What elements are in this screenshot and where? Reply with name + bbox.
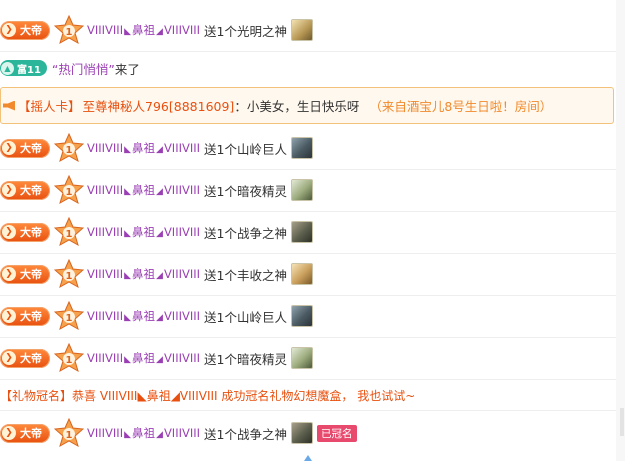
gift-text: 送1个山岭巨人	[204, 309, 287, 325]
level-star-icon: 1	[54, 418, 84, 448]
svg-text:1: 1	[66, 430, 73, 441]
mountain-giant-gift-icon	[291, 137, 313, 159]
war-god-gift-icon	[291, 221, 313, 243]
svg-text:1: 1	[66, 27, 73, 38]
light-god-gift-icon	[291, 19, 313, 41]
shake-source-room[interactable]: （来自酒宝儿8号生日啦！房间）	[369, 96, 552, 115]
gift-message: ❯ 大帝 1 VIIIVIII◣鼻祖◢VIIIVIII 送1个战争之神	[0, 211, 616, 254]
gift-text: 送1个光明之神	[204, 23, 287, 39]
svg-text:1: 1	[66, 355, 73, 366]
chevron-icon: ❯	[2, 183, 16, 197]
level-star-icon: 1	[54, 15, 84, 45]
shake-message: ：小美女，生日快乐呀	[234, 99, 360, 114]
gift-message: ❯ 大帝 1 VIIIVIII◣鼻祖◢VIIIVIII 送1个暗夜精灵	[0, 169, 616, 212]
night-elf-gift-icon	[291, 179, 313, 201]
chevron-icon: ❯	[2, 426, 16, 440]
emperor-badge: ❯ 大帝	[0, 306, 50, 326]
emperor-badge: ❯ 大帝	[0, 180, 50, 200]
svg-text:1: 1	[66, 187, 73, 198]
emperor-badge: ❯ 大帝	[0, 348, 50, 368]
username[interactable]: VIIIVIII◣鼻祖◢VIIIVIII	[87, 350, 200, 366]
crown-notice-text: 【礼物冠名】恭喜 VIIIVIII◣鼻祖◢VIIIVIII 成功冠名礼物幻想魔盒…	[0, 388, 416, 403]
chevron-icon: ❯	[2, 141, 16, 155]
gift-message: ❯ 大帝 1 VIIIVIII◣鼻祖◢VIIIVIII 送1个山岭巨人	[0, 127, 616, 170]
gift-message: ❯ 大帝 1 VIIIVIII◣鼻祖◢VIIIVIII 送1个山岭巨人	[0, 295, 616, 338]
scroll-up-arrow-icon[interactable]	[304, 455, 312, 461]
svg-text:1: 1	[66, 145, 73, 156]
gift-text: 送1个山岭巨人	[204, 141, 287, 157]
emperor-badge: ❯ 大帝	[0, 20, 50, 40]
gift-message: ❯ 大帝 1 VIIIVIII◣鼻祖◢VIIIVIII 送1个暗夜精灵	[0, 337, 616, 380]
chevron-icon: ❯	[2, 267, 16, 281]
scrollbar-thumb[interactable]	[620, 408, 624, 436]
username[interactable]: VIIIVIII◣鼻祖◢VIIIVIII	[87, 308, 200, 324]
level-star-icon: 1	[54, 133, 84, 163]
chevron-icon: ❯	[2, 225, 16, 239]
chevron-icon: ❯	[2, 23, 16, 37]
triangle-icon: ▲	[1, 61, 14, 75]
gift-text: 送1个战争之神	[204, 225, 287, 241]
svg-text:1: 1	[66, 313, 73, 324]
emperor-badge: ❯ 大帝	[0, 423, 50, 443]
shake-sender[interactable]: 至尊神秘人796[8881609]	[83, 96, 235, 115]
level-star-icon: 1	[54, 259, 84, 289]
level-star-icon: 1	[54, 301, 84, 331]
war-god-gift-icon	[291, 422, 313, 444]
level-star-icon: 1	[54, 175, 84, 205]
wealth-badge: ▲ 富11	[0, 60, 47, 76]
emperor-badge: ❯ 大帝	[0, 138, 50, 158]
emperor-badge: ❯ 大帝	[0, 264, 50, 284]
crowned-tag: 已冠名	[317, 424, 357, 442]
emperor-badge: ❯ 大帝	[0, 222, 50, 242]
scrollbar[interactable]	[616, 0, 625, 461]
megaphone-icon	[3, 100, 15, 111]
night-elf-gift-icon	[291, 347, 313, 369]
svg-text:1: 1	[66, 229, 73, 240]
level-star-icon: 1	[54, 217, 84, 247]
username[interactable]: VIIIVIII◣鼻祖◢VIIIVIII	[87, 182, 200, 198]
shake-card-message: 【摇人卡】 至尊神秘人796[8881609] ：小美女，生日快乐呀 （来自酒宝…	[0, 87, 614, 124]
username[interactable]: VIIIVIII◣鼻祖◢VIIIVIII	[87, 266, 200, 282]
username[interactable]: VIIIVIII◣鼻祖◢VIIIVIII	[87, 224, 200, 240]
gift-crown-notice: 【礼物冠名】恭喜 VIIIVIII◣鼻祖◢VIIIVIII 成功冠名礼物幻想魔盒…	[0, 380, 616, 411]
chevron-icon: ❯	[2, 351, 16, 365]
shake-card-label: 【摇人卡】	[18, 99, 81, 114]
svg-text:1: 1	[66, 271, 73, 282]
gift-text: 送1个丰收之神	[204, 267, 287, 283]
harvest-god-gift-icon	[291, 263, 313, 285]
mountain-giant-gift-icon	[291, 305, 313, 327]
gift-text: 送1个暗夜精灵	[204, 183, 287, 199]
username[interactable]: VIIIVIII◣鼻祖◢VIIIVIII	[87, 425, 200, 441]
gift-text: 送1个暗夜精灵	[204, 351, 287, 367]
username[interactable]: VIIIVIII◣鼻祖◢VIIIVIII	[87, 22, 200, 38]
username[interactable]: VIIIVIII◣鼻祖◢VIIIVIII	[87, 140, 200, 156]
enter-text: 来了	[114, 61, 140, 77]
gift-text: 送1个战争之神	[204, 426, 287, 442]
chevron-icon: ❯	[2, 309, 16, 323]
gift-message: ❯ 大帝 1 VIIIVIII◣鼻祖◢VIIIVIII 送1个光明之神	[0, 9, 616, 52]
enter-message: ▲ 富11 “热门悄悄” 来了	[0, 51, 616, 85]
entering-username[interactable]: “热门悄悄”	[52, 59, 115, 78]
level-star-icon: 1	[54, 343, 84, 373]
gift-message: ❯ 大帝 1 VIIIVIII◣鼻祖◢VIIIVIII 送1个战争之神 已冠名	[0, 412, 616, 454]
gift-message: ❯ 大帝 1 VIIIVIII◣鼻祖◢VIIIVIII 送1个丰收之神	[0, 253, 616, 296]
